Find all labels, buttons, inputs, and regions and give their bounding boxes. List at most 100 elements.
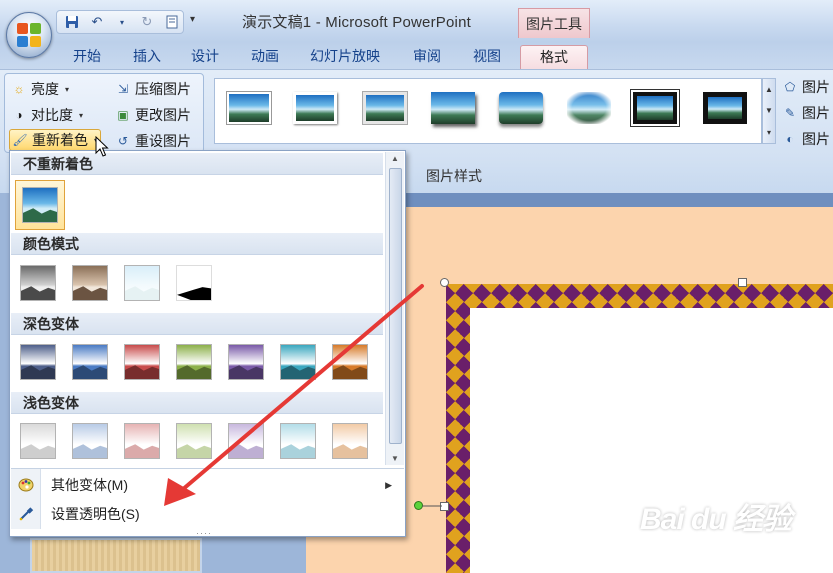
picture-effects-icon: ◐ bbox=[786, 132, 794, 146]
light-variation-swatch[interactable] bbox=[280, 423, 316, 459]
picture-effects-button[interactable]: ◐ 图片 bbox=[782, 128, 830, 150]
picture-shape-icon: ⬠ bbox=[784, 80, 796, 94]
sepia-option[interactable] bbox=[72, 265, 108, 301]
set-transparent-item[interactable]: 设置透明色(S) bbox=[11, 501, 404, 527]
washout-option[interactable] bbox=[124, 265, 160, 301]
change-picture-button[interactable]: ▣ 更改图片 bbox=[115, 104, 191, 126]
reset-picture-label: 重设图片 bbox=[135, 133, 191, 149]
set-transparent-label: 设置透明色(S) bbox=[51, 506, 140, 522]
more-variations-item[interactable]: 其他变体(M) ▶ bbox=[11, 472, 404, 498]
light-variation-swatch[interactable] bbox=[332, 423, 368, 459]
ribbon-tabs: 开始 插入 设计 动画 幻灯片放映 审阅 视图 格式 bbox=[0, 42, 833, 70]
light-variation-swatch[interactable] bbox=[20, 423, 56, 459]
compress-pictures-button[interactable]: ⇲ 压缩图片 bbox=[115, 78, 191, 100]
picture-shape-button[interactable]: ⬠ 图片 bbox=[782, 76, 830, 98]
resize-handle[interactable] bbox=[738, 278, 747, 287]
scroll-down-icon[interactable]: ▼ bbox=[765, 106, 773, 115]
submenu-arrow-icon: ▶ bbox=[385, 479, 392, 490]
brightness-label: 亮度 bbox=[31, 81, 59, 97]
black-white-option[interactable] bbox=[176, 265, 212, 301]
grayscale-option[interactable] bbox=[20, 265, 56, 301]
menu-separator bbox=[11, 468, 404, 469]
light-variation-swatch[interactable] bbox=[228, 423, 264, 459]
app-title: 演示文稿1 - Microsoft PowerPoint bbox=[242, 14, 471, 31]
picture-style-thumb[interactable] bbox=[703, 92, 747, 124]
picture-effects-label: 图片 bbox=[802, 131, 830, 147]
tab-view[interactable]: 视图 bbox=[464, 45, 510, 69]
brightness-icon: ☼ bbox=[13, 82, 25, 96]
picture-styles-gallery bbox=[214, 78, 762, 144]
recolor-button[interactable]: 🖌 重新着色 ▾ bbox=[9, 129, 102, 151]
watermark-logo: Bai du 经验 bbox=[640, 503, 792, 536]
undo-icon[interactable]: ↶ bbox=[88, 13, 106, 31]
tab-review[interactable]: 审阅 bbox=[404, 45, 450, 69]
picture-style-thumb[interactable] bbox=[633, 92, 677, 124]
redo-icon[interactable]: ↻ bbox=[138, 13, 156, 31]
light-variation-swatch[interactable] bbox=[72, 423, 108, 459]
scroll-down-icon[interactable]: ▼ bbox=[391, 454, 399, 463]
dark-variation-swatch[interactable] bbox=[20, 344, 56, 380]
baidu-watermark: Bai du 经验 jingyan.baidu.com bbox=[640, 494, 792, 547]
tab-insert[interactable]: 插入 bbox=[126, 45, 168, 69]
compress-icon: ⇲ bbox=[117, 82, 129, 96]
scroll-up-icon[interactable]: ▲ bbox=[391, 154, 399, 163]
change-picture-icon: ▣ bbox=[117, 108, 129, 122]
undo-dropdown-icon[interactable]: ▾ bbox=[113, 13, 131, 31]
eyedropper-icon bbox=[11, 506, 41, 522]
dark-variation-swatch[interactable] bbox=[228, 344, 264, 380]
tab-design[interactable]: 设计 bbox=[184, 45, 226, 69]
no-recolor-swatch bbox=[22, 187, 58, 223]
dark-variation-swatch[interactable] bbox=[124, 344, 160, 380]
title-bar: ↶ ▾ ↻ ▾ 演示文稿1 - Microsoft PowerPoint 图片工… bbox=[0, 0, 833, 42]
recolor-label: 重新着色 bbox=[32, 132, 88, 148]
scroll-thumb[interactable] bbox=[389, 168, 402, 444]
recolor-dropdown-menu: 不重新着色 颜色模式 深色变体 浅色变体 ▲ ▼ 其他变体(M) ▶ 设置透明色… bbox=[9, 150, 406, 538]
dark-variation-swatch[interactable] bbox=[176, 344, 212, 380]
contrast-label: 对比度 bbox=[31, 107, 73, 123]
dark-variation-swatch[interactable] bbox=[72, 344, 108, 380]
menu-scrollbar[interactable]: ▲ ▼ bbox=[385, 152, 404, 465]
tab-home[interactable]: 开始 bbox=[66, 45, 108, 69]
resize-grip-icon[interactable]: ···· bbox=[196, 528, 212, 538]
picture-shape-label: 图片 bbox=[802, 79, 830, 95]
contrast-button[interactable]: ◑ 对比度 ▾ bbox=[11, 104, 83, 126]
slide-thumbnail[interactable] bbox=[30, 538, 202, 573]
picture-style-thumb[interactable] bbox=[567, 92, 611, 124]
dark-variation-swatch[interactable] bbox=[280, 344, 316, 380]
reset-picture-button[interactable]: ↺ 重设图片 bbox=[115, 130, 191, 152]
office-button[interactable] bbox=[6, 12, 52, 58]
more-variations-label: 其他变体(M) bbox=[51, 477, 128, 493]
brightness-button[interactable]: ☼ 亮度 ▾ bbox=[11, 78, 70, 100]
no-recolor-option[interactable] bbox=[15, 180, 65, 230]
recolor-icon: 🖌 bbox=[12, 133, 28, 147]
quick-access-toolbar: ↶ ▾ ↻ bbox=[56, 10, 184, 34]
compress-label: 压缩图片 bbox=[135, 81, 191, 97]
contrast-icon: ◑ bbox=[15, 108, 23, 122]
save-icon[interactable] bbox=[63, 13, 81, 31]
light-variation-swatch[interactable] bbox=[176, 423, 212, 459]
tab-animations[interactable]: 动画 bbox=[244, 45, 286, 69]
picture-style-thumb[interactable] bbox=[227, 92, 271, 124]
tab-slideshow[interactable]: 幻灯片放映 bbox=[300, 45, 390, 69]
gallery-more-icon[interactable]: ▾ bbox=[767, 128, 771, 137]
color-modes-header: 颜色模式 bbox=[11, 233, 383, 255]
light-variation-swatch[interactable] bbox=[124, 423, 160, 459]
picture-style-thumb[interactable] bbox=[293, 92, 337, 124]
tab-format[interactable]: 格式 bbox=[520, 45, 588, 69]
resize-handle[interactable] bbox=[440, 278, 449, 287]
picture-style-thumb[interactable] bbox=[431, 92, 475, 124]
picture-styles-group-label: 图片样式 bbox=[426, 168, 482, 184]
dark-variations-header: 深色变体 bbox=[11, 313, 383, 335]
gallery-scroll[interactable]: ▲ ▼ ▾ bbox=[762, 78, 776, 144]
picture-style-thumb[interactable] bbox=[363, 92, 407, 124]
picture-border-icon: ✎ bbox=[784, 106, 796, 120]
picture-style-thumb[interactable] bbox=[499, 92, 543, 124]
dark-variation-swatch[interactable] bbox=[332, 344, 368, 380]
change-picture-label: 更改图片 bbox=[135, 107, 191, 123]
print-preview-icon[interactable] bbox=[163, 13, 181, 31]
picture-border-button[interactable]: ✎ 图片 bbox=[782, 102, 830, 124]
office-logo-icon bbox=[17, 23, 43, 49]
customize-qat-icon[interactable]: ▾ bbox=[190, 14, 195, 25]
picture-tools-context-label: 图片工具 bbox=[518, 8, 590, 38]
scroll-up-icon[interactable]: ▲ bbox=[765, 85, 773, 94]
